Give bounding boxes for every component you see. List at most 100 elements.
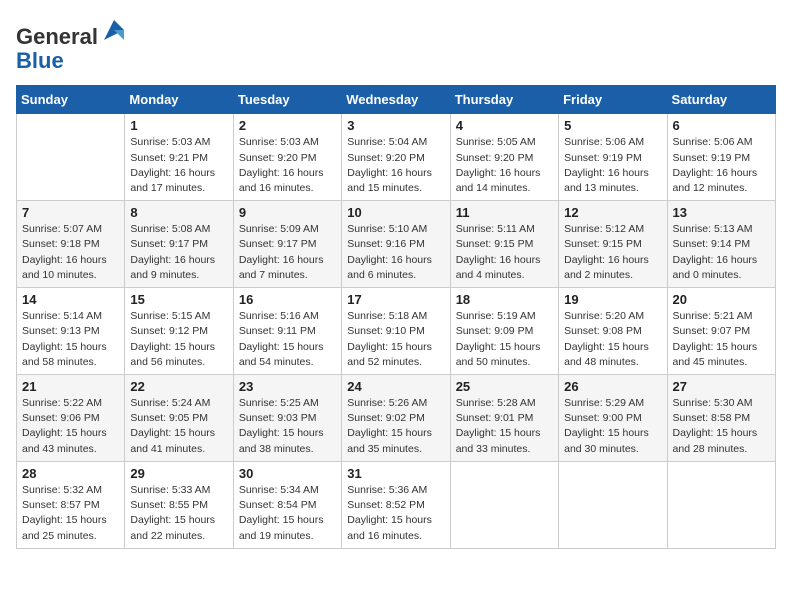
sunrise-text: Sunrise: 5:36 AM — [347, 484, 427, 496]
daylight-text: Daylight: 16 hours and 9 minutes. — [130, 254, 215, 281]
calendar-cell: 16Sunrise: 5:16 AMSunset: 9:11 PMDayligh… — [233, 288, 341, 375]
sunrise-text: Sunrise: 5:33 AM — [130, 484, 210, 496]
day-info: Sunrise: 5:22 AMSunset: 9:06 PMDaylight:… — [22, 396, 119, 457]
sunset-text: Sunset: 9:09 PM — [456, 325, 534, 337]
sunrise-text: Sunrise: 5:26 AM — [347, 397, 427, 409]
day-info: Sunrise: 5:25 AMSunset: 9:03 PMDaylight:… — [239, 396, 336, 457]
calendar-cell — [17, 114, 125, 201]
day-number: 16 — [239, 292, 336, 307]
daylight-text: Daylight: 15 hours and 28 minutes. — [673, 427, 758, 454]
daylight-text: Daylight: 15 hours and 45 minutes. — [673, 341, 758, 368]
sunset-text: Sunset: 9:16 PM — [347, 238, 425, 250]
sunrise-text: Sunrise: 5:32 AM — [22, 484, 102, 496]
sunrise-text: Sunrise: 5:12 AM — [564, 223, 644, 235]
day-number: 8 — [130, 205, 227, 220]
weekday-header-sunday: Sunday — [17, 86, 125, 114]
sunrise-text: Sunrise: 5:19 AM — [456, 310, 536, 322]
sunset-text: Sunset: 9:17 PM — [239, 238, 317, 250]
calendar-week-5: 28Sunrise: 5:32 AMSunset: 8:57 PMDayligh… — [17, 461, 776, 548]
day-info: Sunrise: 5:30 AMSunset: 8:58 PMDaylight:… — [673, 396, 770, 457]
daylight-text: Daylight: 16 hours and 0 minutes. — [673, 254, 758, 281]
logo-blue-label: Blue — [16, 48, 64, 73]
day-number: 28 — [22, 466, 119, 481]
day-number: 5 — [564, 118, 661, 133]
sunset-text: Sunset: 8:58 PM — [673, 412, 751, 424]
calendar-cell: 2Sunrise: 5:03 AMSunset: 9:20 PMDaylight… — [233, 114, 341, 201]
sunset-text: Sunset: 9:20 PM — [347, 152, 425, 164]
daylight-text: Daylight: 16 hours and 17 minutes. — [130, 167, 215, 194]
sunset-text: Sunset: 9:12 PM — [130, 325, 208, 337]
calendar-cell: 22Sunrise: 5:24 AMSunset: 9:05 PMDayligh… — [125, 375, 233, 462]
day-info: Sunrise: 5:12 AMSunset: 9:15 PMDaylight:… — [564, 222, 661, 283]
daylight-text: Daylight: 16 hours and 15 minutes. — [347, 167, 432, 194]
sunrise-text: Sunrise: 5:06 AM — [564, 136, 644, 148]
sunset-text: Sunset: 9:20 PM — [239, 152, 317, 164]
daylight-text: Daylight: 15 hours and 41 minutes. — [130, 427, 215, 454]
daylight-text: Daylight: 15 hours and 50 minutes. — [456, 341, 541, 368]
weekday-header-friday: Friday — [559, 86, 667, 114]
day-info: Sunrise: 5:15 AMSunset: 9:12 PMDaylight:… — [130, 309, 227, 370]
calendar-cell: 23Sunrise: 5:25 AMSunset: 9:03 PMDayligh… — [233, 375, 341, 462]
calendar-cell: 1 Sunrise: 5:03 AMSunset: 9:21 PMDaylight… — [125, 114, 233, 201]
day-info: Sunrise: 5:18 AMSunset: 9:10 PMDaylight:… — [347, 309, 444, 370]
day-number: 6 — [673, 118, 770, 133]
daylight-text: Daylight: 16 hours and 13 minutes. — [564, 167, 649, 194]
sunrise-text: Sunrise: 5:03 AM — [239, 136, 319, 148]
daylight-text: Daylight: 15 hours and 38 minutes. — [239, 427, 324, 454]
calendar-cell: 28Sunrise: 5:32 AMSunset: 8:57 PMDayligh… — [17, 461, 125, 548]
calendar-cell: 10Sunrise: 5:10 AMSunset: 9:16 PMDayligh… — [342, 201, 450, 288]
daylight-text: Daylight: 15 hours and 54 minutes. — [239, 341, 324, 368]
day-number: 1 — [130, 118, 227, 133]
day-number: 18 — [456, 292, 553, 307]
day-number: 24 — [347, 379, 444, 394]
day-info: Sunrise: 5:06 AMSunset: 9:19 PMDaylight:… — [673, 135, 770, 196]
weekday-header-wednesday: Wednesday — [342, 86, 450, 114]
day-info: Sunrise: 5:03 AMSunset: 9:21 PMDaylight:… — [130, 135, 227, 196]
sunrise-text: Sunrise: 5:05 AM — [456, 136, 536, 148]
sunrise-text: Sunrise: 5:10 AM — [347, 223, 427, 235]
daylight-text: Daylight: 15 hours and 19 minutes. — [239, 514, 324, 541]
day-number: 9 — [239, 205, 336, 220]
day-number: 17 — [347, 292, 444, 307]
day-info: Sunrise: 5:07 AMSunset: 9:18 PMDaylight:… — [22, 222, 119, 283]
daylight-text: Daylight: 16 hours and 16 minutes. — [239, 167, 324, 194]
sunrise-text: Sunrise: 5:22 AM — [22, 397, 102, 409]
day-info: Sunrise: 5:28 AMSunset: 9:01 PMDaylight:… — [456, 396, 553, 457]
sunrise-text: Sunrise: 5:15 AM — [130, 310, 210, 322]
sunrise-text: Sunrise: 5:14 AM — [22, 310, 102, 322]
daylight-text: Daylight: 15 hours and 25 minutes. — [22, 514, 107, 541]
calendar-cell: 7 Sunrise: 5:07 AMSunset: 9:18 PMDaylight… — [17, 201, 125, 288]
calendar-week-3: 14Sunrise: 5:14 AMSunset: 9:13 PMDayligh… — [17, 288, 776, 375]
sunrise-text: Sunrise: 5:16 AM — [239, 310, 319, 322]
day-info: Sunrise: 5:11 AMSunset: 9:15 PMDaylight:… — [456, 222, 553, 283]
sunset-text: Sunset: 8:54 PM — [239, 499, 317, 511]
day-number: 29 — [130, 466, 227, 481]
daylight-text: Daylight: 16 hours and 2 minutes. — [564, 254, 649, 281]
sunrise-text: Sunrise: 5:21 AM — [673, 310, 753, 322]
day-number: 25 — [456, 379, 553, 394]
day-info: Sunrise: 5:19 AM Sunset: 9:09 PM Daylight:… — [456, 309, 553, 370]
daylight-text: Daylight: 15 hours and 52 minutes. — [347, 341, 432, 368]
logo-general: General — [16, 24, 98, 49]
sunrise-text: Sunrise: 5:06 AM — [673, 136, 753, 148]
daylight-text: Daylight: 15 hours and 43 minutes. — [22, 427, 107, 454]
sunrise-text: Sunrise: 5:34 AM — [239, 484, 319, 496]
day-number: 7 — [22, 205, 119, 220]
sunset-text: Sunset: 9:08 PM — [564, 325, 642, 337]
daylight-text: Daylight: 15 hours and 35 minutes. — [347, 427, 432, 454]
day-info: Sunrise: 5:08 AMSunset: 9:17 PMDaylight:… — [130, 222, 227, 283]
day-number: 27 — [673, 379, 770, 394]
calendar-cell: 26Sunrise: 5:29 AMSunset: 9:00 PMDayligh… — [559, 375, 667, 462]
daylight-text: Daylight: 16 hours and 6 minutes. — [347, 254, 432, 281]
calendar-cell: 24 Sunrise: 5:26 AMSunset: 9:02 PMDayligh… — [342, 375, 450, 462]
day-number: 13 — [673, 205, 770, 220]
logo-blue-text: Blue — [16, 49, 128, 73]
calendar-cell: 11Sunrise: 5:11 AMSunset: 9:15 PMDayligh… — [450, 201, 558, 288]
calendar-week-1: 1 Sunrise: 5:03 AMSunset: 9:21 PMDaylight… — [17, 114, 776, 201]
day-info: Sunrise: 5:34 AM Sunset: 8:54 PM Daylight:… — [239, 483, 336, 544]
logo-icon — [100, 16, 128, 44]
day-info: Sunrise: 5:26 AMSunset: 9:02 PMDaylight:… — [347, 396, 444, 457]
sunset-text: Sunset: 8:55 PM — [130, 499, 208, 511]
calendar-week-4: 21Sunrise: 5:22 AMSunset: 9:06 PMDayligh… — [17, 375, 776, 462]
calendar-cell: 31Sunrise: 5:36 AMSunset: 8:52 PMDayligh… — [342, 461, 450, 548]
